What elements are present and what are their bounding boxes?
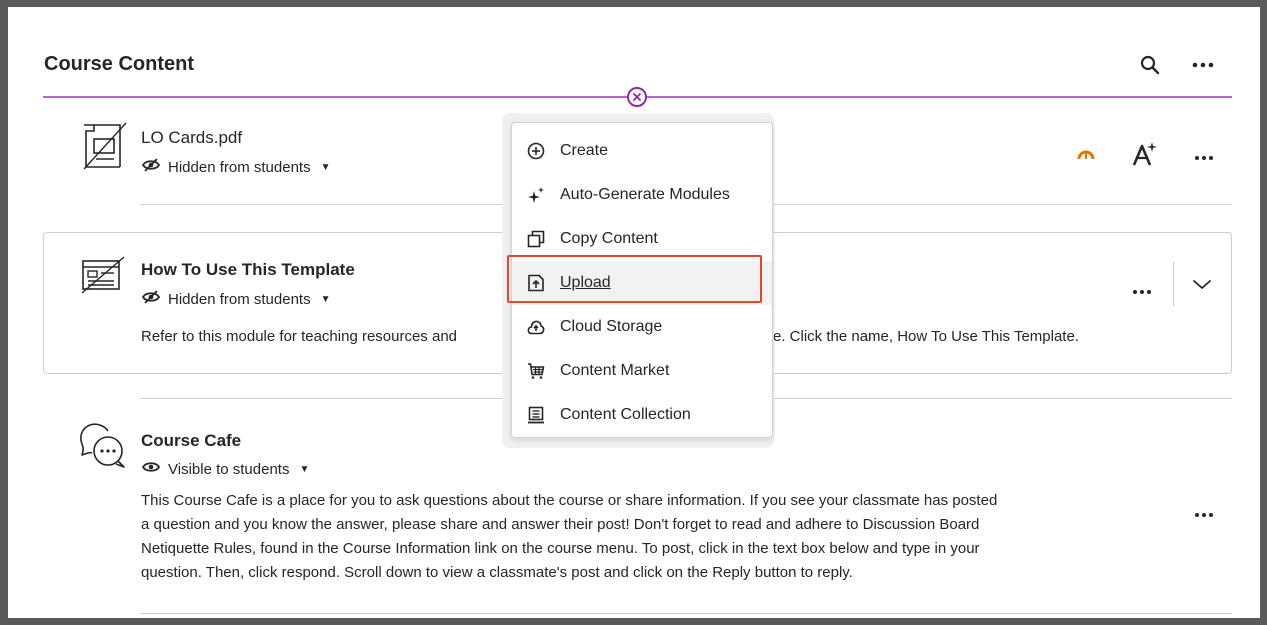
menu-item-label: Auto-Generate Modules: [560, 186, 730, 203]
caret-down-icon: ▼: [299, 463, 310, 475]
module-title[interactable]: How To Use This Template: [141, 260, 355, 280]
document-hidden-icon: [80, 121, 132, 173]
visibility-dropdown[interactable]: Hidden from students ▼: [141, 158, 331, 176]
menu-item-label: Create: [560, 142, 609, 159]
menu-item-label: Copy Content: [560, 230, 658, 247]
module-description-left: Refer to this module for teaching resour…: [141, 328, 458, 345]
gauge-icon[interactable]: [1076, 146, 1096, 162]
upload-file-icon: [526, 273, 546, 293]
course-content-panel: Course Content LO Cards.pdf Hidden from …: [8, 7, 1260, 618]
visibility-label: Visible to students: [168, 460, 290, 478]
menu-item-copy-content[interactable]: Copy Content: [512, 217, 772, 261]
menu-item-cloud-storage[interactable]: Cloud Storage: [512, 305, 772, 349]
discussion-icon: [78, 421, 130, 473]
ai-design-icon[interactable]: [1130, 140, 1158, 168]
item-more-options[interactable]: [1194, 150, 1214, 161]
menu-item-label: Content Collection: [560, 406, 691, 423]
add-content-menu: Create Auto-Generate Modules Copy Conten…: [511, 122, 773, 438]
search-icon[interactable]: [1138, 53, 1162, 77]
menu-item-upload[interactable]: Upload: [512, 261, 772, 305]
eye-icon: [141, 460, 161, 478]
discussion-description-line: This Course Cafe is a place for you to a…: [141, 492, 998, 509]
collection-icon: [526, 405, 546, 425]
caret-down-icon: ▼: [320, 293, 331, 305]
menu-item-content-collection[interactable]: Content Collection: [512, 393, 772, 437]
menu-item-label: Cloud Storage: [560, 318, 663, 335]
close-menu-icon[interactable]: [627, 87, 647, 107]
copy-icon: [526, 229, 546, 249]
cloud-upload-icon: [526, 317, 546, 337]
more-options-icon[interactable]: [1191, 53, 1215, 77]
discussion-description-line: Netiquette Rules, found in the Course In…: [141, 540, 980, 557]
eye-slash-icon: [141, 290, 161, 308]
discussion-more-options[interactable]: [1194, 507, 1214, 518]
menu-item-create[interactable]: Create: [512, 129, 772, 173]
visibility-dropdown[interactable]: Visible to students ▼: [141, 460, 310, 478]
module-hidden-icon: [80, 255, 132, 307]
card-separator: [1173, 262, 1174, 306]
menu-item-auto-generate[interactable]: Auto-Generate Modules: [512, 173, 772, 217]
item-title[interactable]: LO Cards.pdf: [141, 128, 242, 148]
sparkle-icon: [526, 185, 546, 205]
plus-circle-icon: [526, 141, 546, 161]
module-more-options[interactable]: [1132, 284, 1152, 295]
visibility-label: Hidden from students: [168, 290, 311, 308]
discussion-description-line: a question and you know the answer, plea…: [141, 516, 980, 533]
eye-slash-icon: [141, 158, 161, 176]
page-title: Course Content: [44, 53, 194, 75]
discussion-description-line: question. Then, click respond. Scroll do…: [141, 564, 853, 581]
caret-down-icon: ▼: [320, 161, 331, 173]
chevron-down-icon[interactable]: [1192, 277, 1212, 291]
visibility-dropdown[interactable]: Hidden from students ▼: [141, 290, 331, 308]
visibility-label: Hidden from students: [168, 158, 311, 176]
item-divider: [140, 613, 1232, 614]
market-icon: [526, 361, 546, 381]
menu-item-label: Content Market: [560, 362, 670, 379]
menu-item-content-market[interactable]: Content Market: [512, 349, 772, 393]
menu-item-label: Upload: [560, 274, 611, 291]
module-description-right: e. Click the name, How To Use This Templ…: [773, 328, 1079, 345]
discussion-title[interactable]: Course Cafe: [141, 431, 241, 451]
